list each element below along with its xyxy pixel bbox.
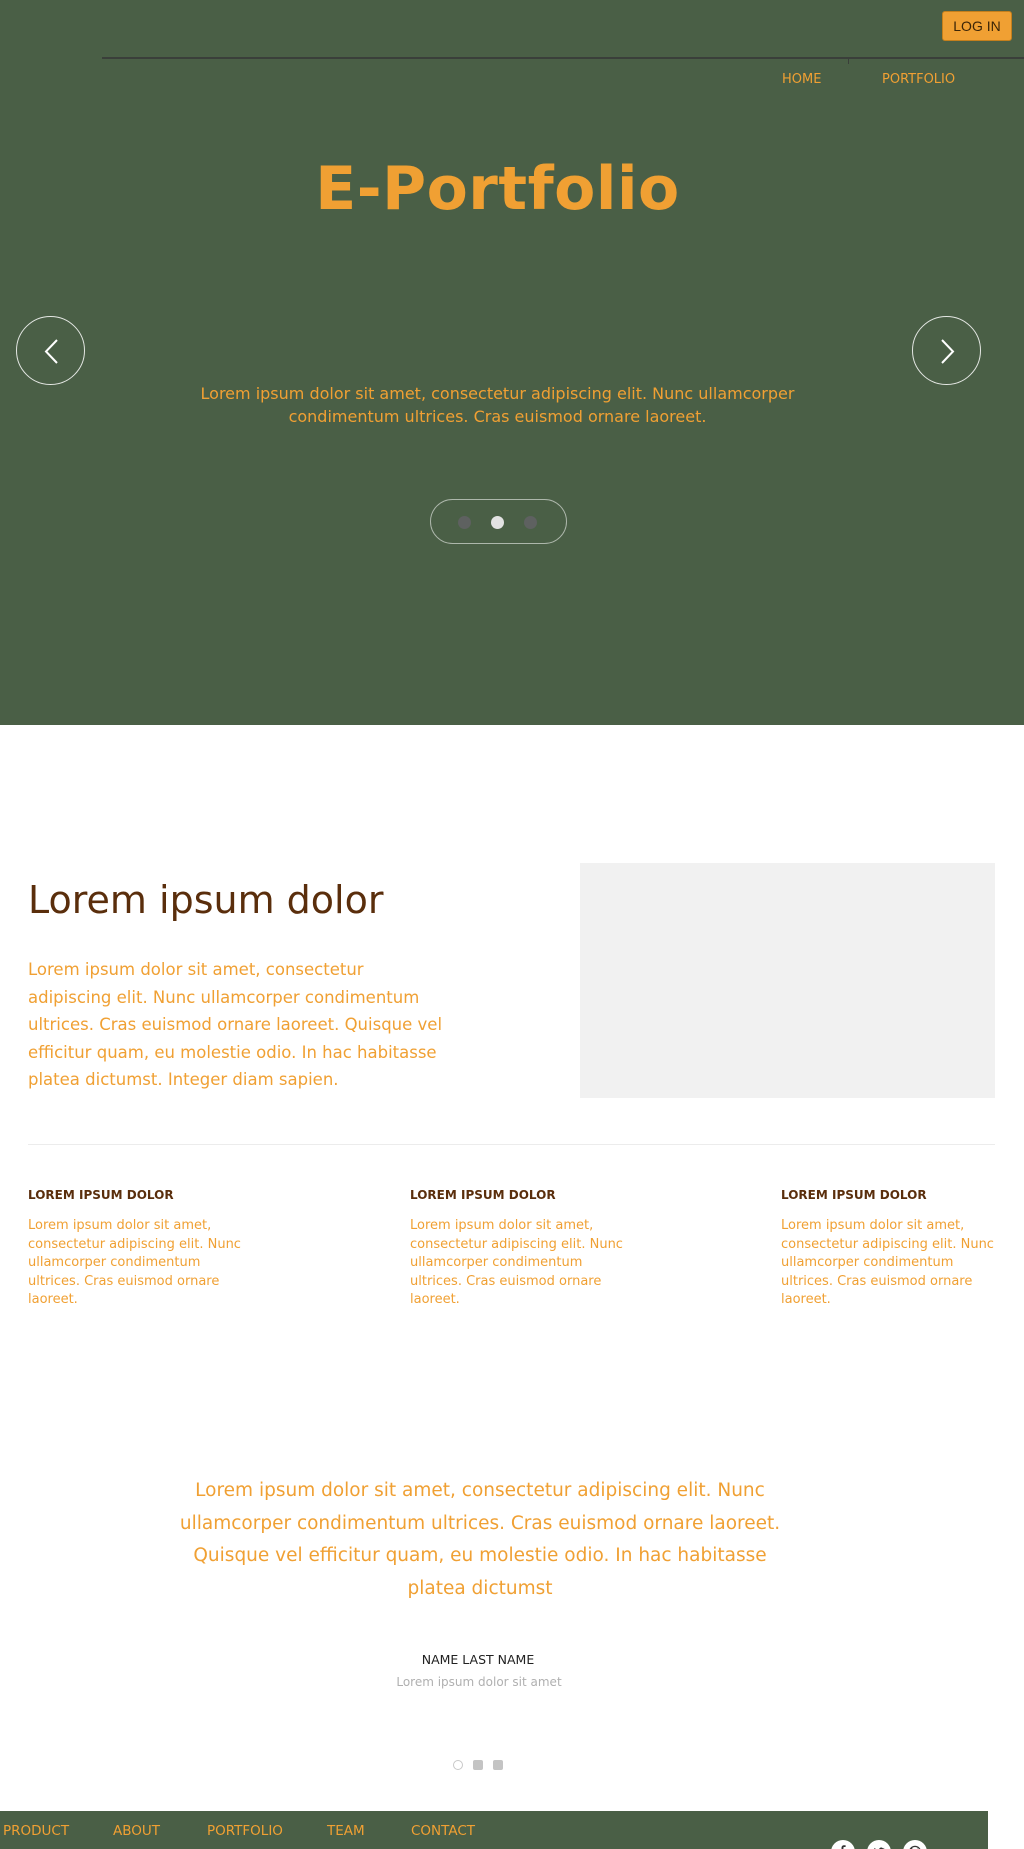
carousel-next-button[interactable] [912, 316, 981, 385]
feature-heading: LOREM IPSUM DOLOR [781, 1188, 927, 1202]
twitter-link[interactable] [867, 1840, 891, 1849]
feature-text: Lorem ipsum dolor sit amet, consectetur … [781, 1218, 994, 1307]
facebook-link[interactable] [831, 1840, 855, 1849]
feature-text: Lorem ipsum dolor sit amet, consectetur … [410, 1218, 623, 1307]
carousel-prev-button[interactable] [16, 316, 85, 385]
carousel-dot[interactable] [491, 516, 504, 529]
header-divider [102, 57, 1024, 59]
testimonial-dot[interactable] [493, 1760, 503, 1770]
footer-link-about[interactable]: ABOUT [113, 1823, 160, 1839]
testimonial-dot[interactable] [473, 1760, 483, 1770]
hero-title: E-Portfolio [315, 154, 680, 224]
hero-section: LOG IN HOME PORTFOLIO E-Portfolio Lorem … [0, 0, 1024, 725]
testimonial-quote: Lorem ipsum dolor sit amet, consectetur … [179, 1480, 781, 1599]
footer-link-product[interactable]: PRODUCT [3, 1823, 69, 1839]
image-placeholder [580, 863, 995, 1098]
twitter-icon [874, 1847, 885, 1849]
intro-title: Lorem ipsum dolor [28, 878, 384, 922]
hero-text: Lorem ipsum dolor sit amet, consectetur … [200, 384, 795, 426]
testimonial-dot[interactable] [453, 1760, 463, 1770]
footer-link-contact[interactable]: CONTACT [411, 1823, 475, 1839]
facebook-icon [840, 1845, 846, 1849]
chevron-right-icon [941, 339, 955, 364]
feature-heading: LOREM IPSUM DOLOR [410, 1188, 556, 1202]
header-divider-tick [848, 59, 849, 64]
nav-link-portfolio[interactable]: PORTFOLIO [882, 72, 955, 87]
chevron-left-icon [44, 339, 58, 364]
carousel-dot[interactable] [458, 516, 471, 529]
carousel-indicators [430, 499, 567, 544]
feature-heading: LOREM IPSUM DOLOR [28, 1188, 174, 1202]
feature-text: Lorem ipsum dolor sit amet, consectetur … [28, 1218, 241, 1307]
nav-link-home[interactable]: HOME [782, 72, 821, 87]
testimonial-author-role: Lorem ipsum dolor sit amet [396, 1675, 562, 1689]
footer-link-team[interactable]: TEAM [327, 1823, 365, 1839]
intro-text: Lorem ipsum dolor sit amet, consectetur … [28, 960, 443, 1089]
dribbble-link[interactable] [903, 1840, 927, 1849]
testimonial-author-name: NAME LAST NAME [421, 1652, 535, 1667]
dribbble-icon [909, 1845, 921, 1849]
login-button[interactable]: LOG IN [942, 11, 1012, 41]
carousel-dot[interactable] [524, 516, 537, 529]
section-divider [28, 1144, 995, 1145]
footer-link-portfolio[interactable]: PORTFOLIO [207, 1823, 283, 1839]
